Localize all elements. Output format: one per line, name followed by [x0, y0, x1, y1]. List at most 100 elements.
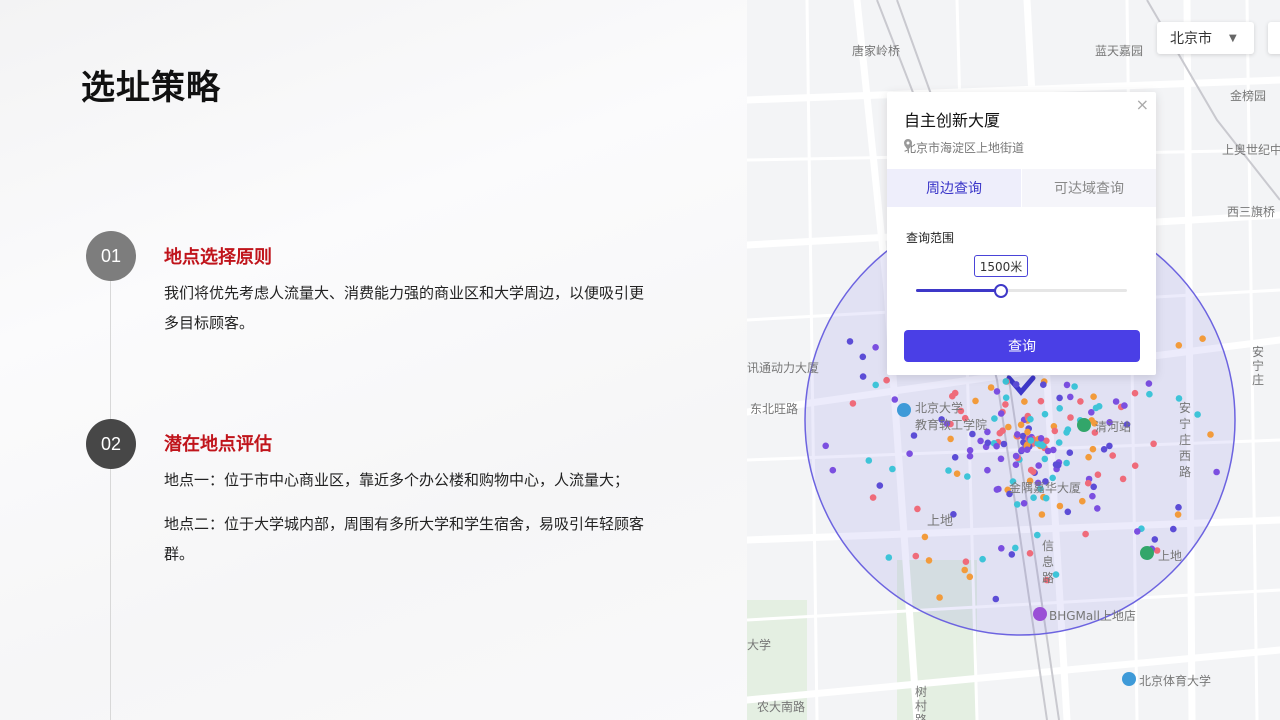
range-slider-handle[interactable] — [994, 284, 1009, 298]
map-label: 安宁庄 — [1252, 345, 1265, 387]
poi-dot — [1002, 394, 1010, 402]
poi-dot — [1039, 442, 1046, 449]
map-label: 金榜园 — [1230, 89, 1267, 103]
poi-dot — [951, 389, 959, 397]
poi-dot — [1089, 492, 1096, 500]
poi-dot — [961, 566, 968, 574]
map-view[interactable]: 唐家岭桥 蓝天嘉园 金榜园 上奥世纪中 西三旗桥 讯通动力大厦 东北旺路 北京大… — [747, 0, 1280, 720]
poi-dot — [966, 452, 974, 460]
poi-dot — [1000, 440, 1008, 448]
poi-dot — [1021, 398, 1028, 405]
poi-dot — [876, 482, 884, 489]
poi-dot — [889, 465, 896, 473]
poi-dot — [1024, 428, 1031, 436]
poi-dot — [1175, 342, 1183, 349]
city-select-value: 北京市 — [1170, 31, 1212, 47]
poi-dot — [865, 457, 873, 464]
poi-dot — [1066, 449, 1074, 457]
tab-reachability-search[interactable]: 可达域查询 — [1022, 169, 1156, 207]
poi-dot — [1012, 452, 1020, 460]
map-label: 信息路 — [1042, 539, 1055, 585]
poi-dot — [1119, 475, 1127, 483]
step-number-2: 02 — [86, 419, 136, 469]
poi-dot — [1029, 468, 1037, 476]
poi-dot — [962, 558, 970, 565]
step-number-1: 01 — [86, 231, 136, 281]
map-label: 上地 — [927, 514, 954, 529]
poi-dot — [1082, 530, 1089, 538]
poi-dot — [1051, 427, 1059, 435]
poi-dot — [1150, 440, 1157, 448]
poi-dot — [1084, 479, 1092, 487]
poi-dot — [1063, 459, 1070, 467]
range-label: 查询范围 — [906, 231, 955, 245]
map-label: 农大南路 — [757, 700, 806, 714]
city-select[interactable]: 北京市 ▼ — [1157, 22, 1254, 54]
poi-dot — [993, 486, 1001, 493]
map-label: BHGMall上地店 — [1049, 609, 1136, 623]
poi-dot — [1012, 461, 1020, 469]
poi-dot — [1044, 447, 1052, 455]
map-label: 安宁庄西路 — [1179, 401, 1192, 479]
poi-popup: 自主创新大厦 × 北京市海淀区上地街道 周边查询 可达域查询 查询范围 1500… — [887, 92, 1156, 375]
map-label: 金隅嘉华大厦 — [1009, 481, 1082, 495]
poi-dot — [1037, 397, 1045, 405]
poi-dot — [1040, 381, 1047, 389]
map-label: 西三旗桥 — [1227, 205, 1276, 219]
timeline-line — [110, 235, 111, 720]
poi-dot — [1008, 551, 1016, 558]
poi-dot — [869, 494, 877, 501]
map-label: 讯通动力大厦 — [747, 361, 820, 375]
poi-dot — [859, 353, 867, 361]
poi-dot — [966, 573, 974, 581]
poi-dot — [1077, 398, 1084, 405]
poi-dot — [1090, 483, 1097, 491]
query-button[interactable]: 查询 — [904, 330, 1140, 362]
poi-dot — [1027, 437, 1035, 444]
poi-dot — [1131, 389, 1139, 397]
poi-dot — [993, 442, 1000, 450]
poi-dot — [1026, 550, 1034, 557]
poi-dot — [1071, 383, 1078, 390]
poi-dot — [1085, 453, 1092, 461]
poi-dot — [1131, 462, 1139, 470]
poi-dot — [977, 437, 984, 445]
popup-tabs: 周边查询 可达域查询 — [887, 169, 1156, 207]
tab-nearby-search[interactable]: 周边查询 — [887, 169, 1021, 207]
map-label: 清河站 — [1095, 420, 1132, 434]
location-pin-icon — [904, 139, 912, 150]
poi-dot — [945, 467, 952, 474]
poi-dot — [964, 473, 971, 480]
poi-dot — [1207, 431, 1214, 438]
map-label: 教育软工学院 — [915, 418, 988, 432]
map-label: 树村路 — [915, 685, 928, 720]
poi-dot — [1034, 531, 1041, 539]
close-icon[interactable]: × — [1136, 95, 1149, 114]
poi-dot — [1012, 544, 1019, 552]
page-title: 选址策略 — [81, 68, 221, 108]
poi-dot — [998, 545, 1005, 552]
map-control-button[interactable] — [1268, 22, 1280, 54]
poi-dot — [1063, 381, 1071, 389]
poi-dot — [984, 439, 992, 447]
poi-dot — [885, 554, 893, 561]
range-slider-fill — [916, 289, 1001, 292]
poi-dot — [993, 388, 1001, 395]
poi-dot — [912, 552, 920, 560]
poi-dot — [872, 344, 879, 351]
poi-dot — [936, 594, 943, 601]
poi-dot — [987, 384, 995, 391]
poi-dot — [1056, 394, 1063, 402]
poi-dot — [1194, 411, 1201, 418]
poi-dot — [992, 595, 1000, 603]
poi-dot — [1175, 504, 1182, 511]
poi-dot — [997, 455, 1005, 463]
poi-dot — [1213, 468, 1220, 476]
poi-dot — [1170, 525, 1177, 533]
map-label: 上地 — [1158, 549, 1183, 563]
poi-dot — [872, 381, 879, 389]
range-slider[interactable] — [916, 284, 1127, 298]
poi-dot — [1002, 401, 1009, 408]
map-label: 东北旺路 — [750, 402, 799, 416]
map-label: 大学 — [747, 638, 772, 652]
